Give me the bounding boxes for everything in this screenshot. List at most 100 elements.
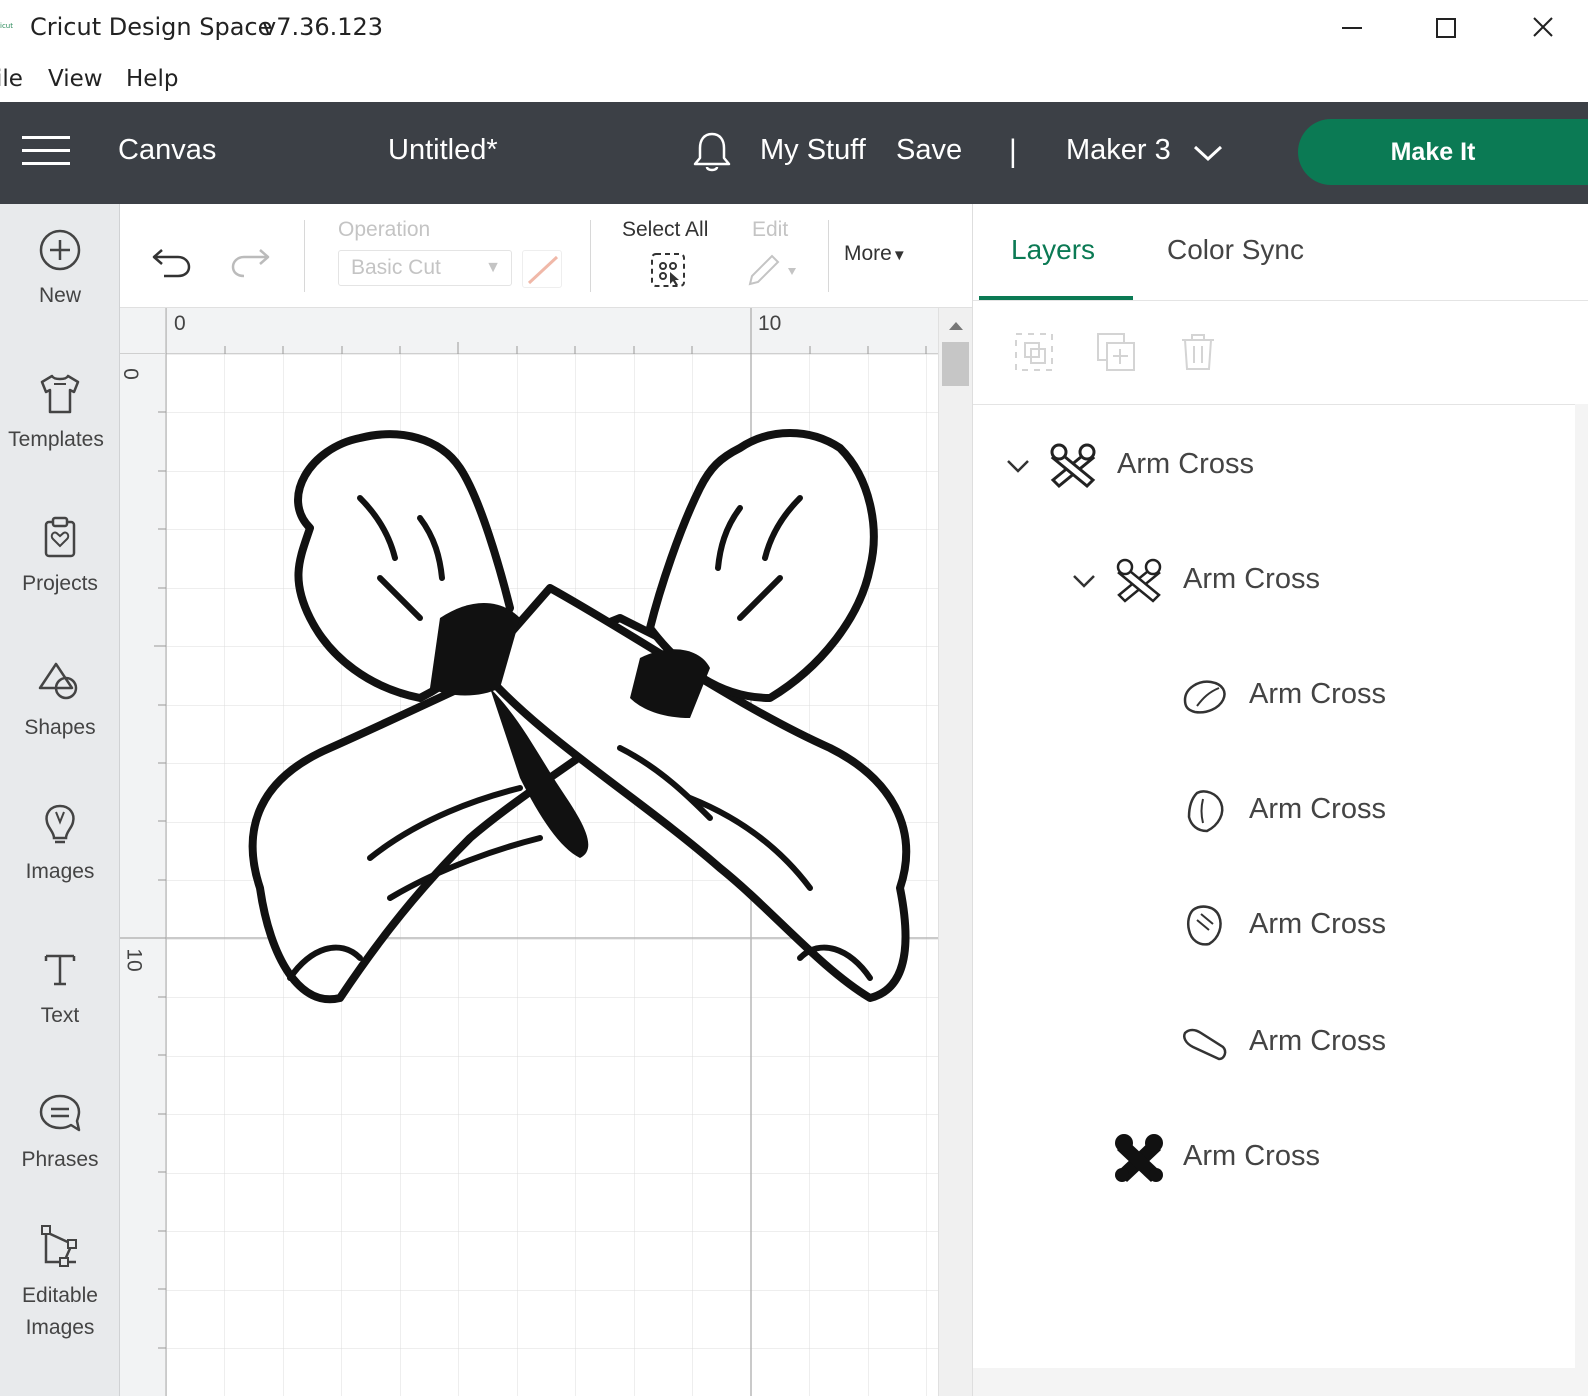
menu-help[interactable]: Help [126, 66, 178, 92]
sidebar-label: Editable [22, 1284, 98, 1307]
ruler-top-label: 10 [758, 312, 782, 335]
my-stuff-link[interactable]: My Stuff [760, 134, 866, 167]
scrollbar-thumb[interactable] [942, 342, 969, 386]
app-logo: icut [0, 22, 13, 30]
left-fist-icon [1183, 680, 1226, 714]
layer-row[interactable]: Arm Cross [973, 1015, 1573, 1075]
sidebar-label: Phrases [21, 1148, 99, 1171]
sidebar-item-phrases[interactable]: Phrases [0, 1090, 120, 1176]
toolbar-divider [828, 220, 829, 292]
sidebar-item-projects[interactable]: Projects [0, 514, 120, 600]
menu-view[interactable]: View [48, 66, 103, 92]
chevron-down-icon[interactable] [1071, 571, 1097, 591]
layer-row[interactable]: Arm Cross [973, 553, 1573, 613]
tab-layers[interactable]: Layers [1011, 234, 1095, 266]
shapes-icon [38, 662, 78, 700]
tab-color-sync[interactable]: Color Sync [1167, 234, 1304, 266]
layer-name: Arm Cross [1249, 793, 1386, 825]
layer-name: Arm Cross [1183, 1140, 1320, 1172]
more-button[interactable]: More▼ [844, 242, 907, 266]
panel-scrollbar[interactable] [1575, 404, 1588, 1396]
machine-selector[interactable]: Maker 3 [1066, 134, 1171, 167]
text-t-icon [44, 954, 76, 986]
app-title: Cricut Design Space [30, 13, 273, 41]
sidebar-item-images[interactable]: Images [0, 802, 120, 888]
layer-row[interactable]: Arm Cross [973, 783, 1573, 843]
scroll-up-icon[interactable] [947, 320, 965, 332]
lightbulb-icon [45, 804, 75, 844]
project-name[interactable]: Untitled* [388, 134, 498, 167]
app-version: v7.36.123 [262, 13, 384, 41]
group-icon[interactable] [1013, 331, 1055, 373]
trash-icon[interactable] [1177, 331, 1219, 373]
chevron-down-icon[interactable] [1005, 456, 1031, 476]
select-all-label[interactable]: Select All [622, 218, 708, 242]
operation-select[interactable]: Basic Cut ▼ [338, 250, 512, 286]
make-it-button[interactable]: Make It [1298, 119, 1588, 185]
crossed-arms-image[interactable] [220, 418, 940, 1038]
ruler-ticks [165, 308, 927, 354]
sidebar-item-shapes[interactable]: Shapes [0, 658, 120, 744]
close-icon [1533, 17, 1553, 37]
sidebar-label: Templates [8, 428, 104, 451]
layers-panel: Layers Color Sync Arm Cross Arm Cross Ar… [972, 204, 1588, 1396]
sidebar-label: Shapes [24, 716, 96, 739]
editable-image-icon [41, 1225, 77, 1267]
header-separator: | [1008, 134, 1018, 168]
layer-name: Arm Cross [1249, 908, 1386, 940]
select-all-icon[interactable] [648, 250, 688, 290]
bell-icon[interactable] [692, 130, 732, 174]
forearm-icon [1183, 1028, 1227, 1061]
layer-row[interactable]: Arm Cross [973, 898, 1573, 958]
duplicate-icon[interactable] [1095, 331, 1137, 373]
maximize-button[interactable] [1432, 8, 1482, 48]
arm-cross-group-icon [1050, 443, 1096, 489]
menu-bar: ile View Help [0, 58, 1588, 102]
edit-label: Edit [752, 218, 789, 241]
redo-icon[interactable] [228, 240, 272, 280]
app-header: Canvas Untitled* My Stuff Save | Maker 3… [0, 102, 1588, 204]
layer-name: Arm Cross [1249, 1025, 1386, 1057]
ruler-left-label: 10 [122, 948, 146, 972]
edit-toolbar: Operation Basic Cut ▼ Select All Edit Mo… [120, 204, 972, 308]
sidebar-item-text[interactable]: Text [0, 946, 120, 1032]
slash-color-icon [527, 255, 559, 285]
dropdown-arrow-icon: ▼ [485, 259, 501, 276]
layer-row[interactable]: Arm Cross [973, 668, 1573, 728]
menu-file[interactable]: ile [0, 66, 23, 92]
close-button[interactable] [1530, 8, 1580, 48]
layer-row[interactable]: Arm Cross [973, 438, 1573, 498]
sidebar-item-templates[interactable]: Templates [0, 370, 120, 456]
ruler-horizontal: 0 10 [120, 308, 938, 354]
plus-circle-icon [39, 229, 81, 271]
minimize-button[interactable] [1342, 8, 1392, 48]
pencil-icon [748, 254, 796, 286]
ruler-top-label: 0 [174, 312, 186, 335]
layer-row[interactable]: Arm Cross [973, 1130, 1573, 1190]
sidebar-item-editable-images[interactable]: Editable Images [0, 1222, 120, 1344]
sidebar-label: Projects [22, 572, 98, 595]
operation-label: Operation [338, 218, 431, 241]
design-canvas[interactable]: 0 10 0 10 [120, 308, 972, 1396]
sidebar-label: Images [25, 860, 95, 883]
title-bar: icut Cricut Design Space v7.36.123 [0, 0, 1588, 58]
save-link[interactable]: Save [896, 134, 962, 167]
minimize-icon [1342, 27, 1362, 29]
layer-name: Arm Cross [1183, 563, 1320, 595]
operation-color-swatch[interactable] [522, 250, 562, 288]
sidebar-label-2: Images [25, 1316, 95, 1339]
toolbar-divider [590, 220, 591, 292]
maximize-icon [1436, 18, 1456, 38]
sidebar-label: New [38, 284, 81, 307]
undo-icon[interactable] [150, 240, 194, 280]
sidebar-item-new[interactable]: New [0, 226, 120, 312]
more-label: More [844, 242, 892, 265]
hamburger-menu-icon[interactable] [22, 136, 72, 170]
canvas-scrollbar[interactable] [938, 308, 972, 1396]
right-fist-icon [1187, 790, 1224, 833]
layer-list: Arm Cross Arm Cross Arm Cross Arm Cross [973, 406, 1588, 1396]
chevron-down-icon[interactable] [1192, 142, 1224, 164]
sidebar-label: Text [40, 1004, 80, 1027]
layer-actions [973, 301, 1588, 405]
arm-cross-group-icon [1116, 558, 1162, 603]
